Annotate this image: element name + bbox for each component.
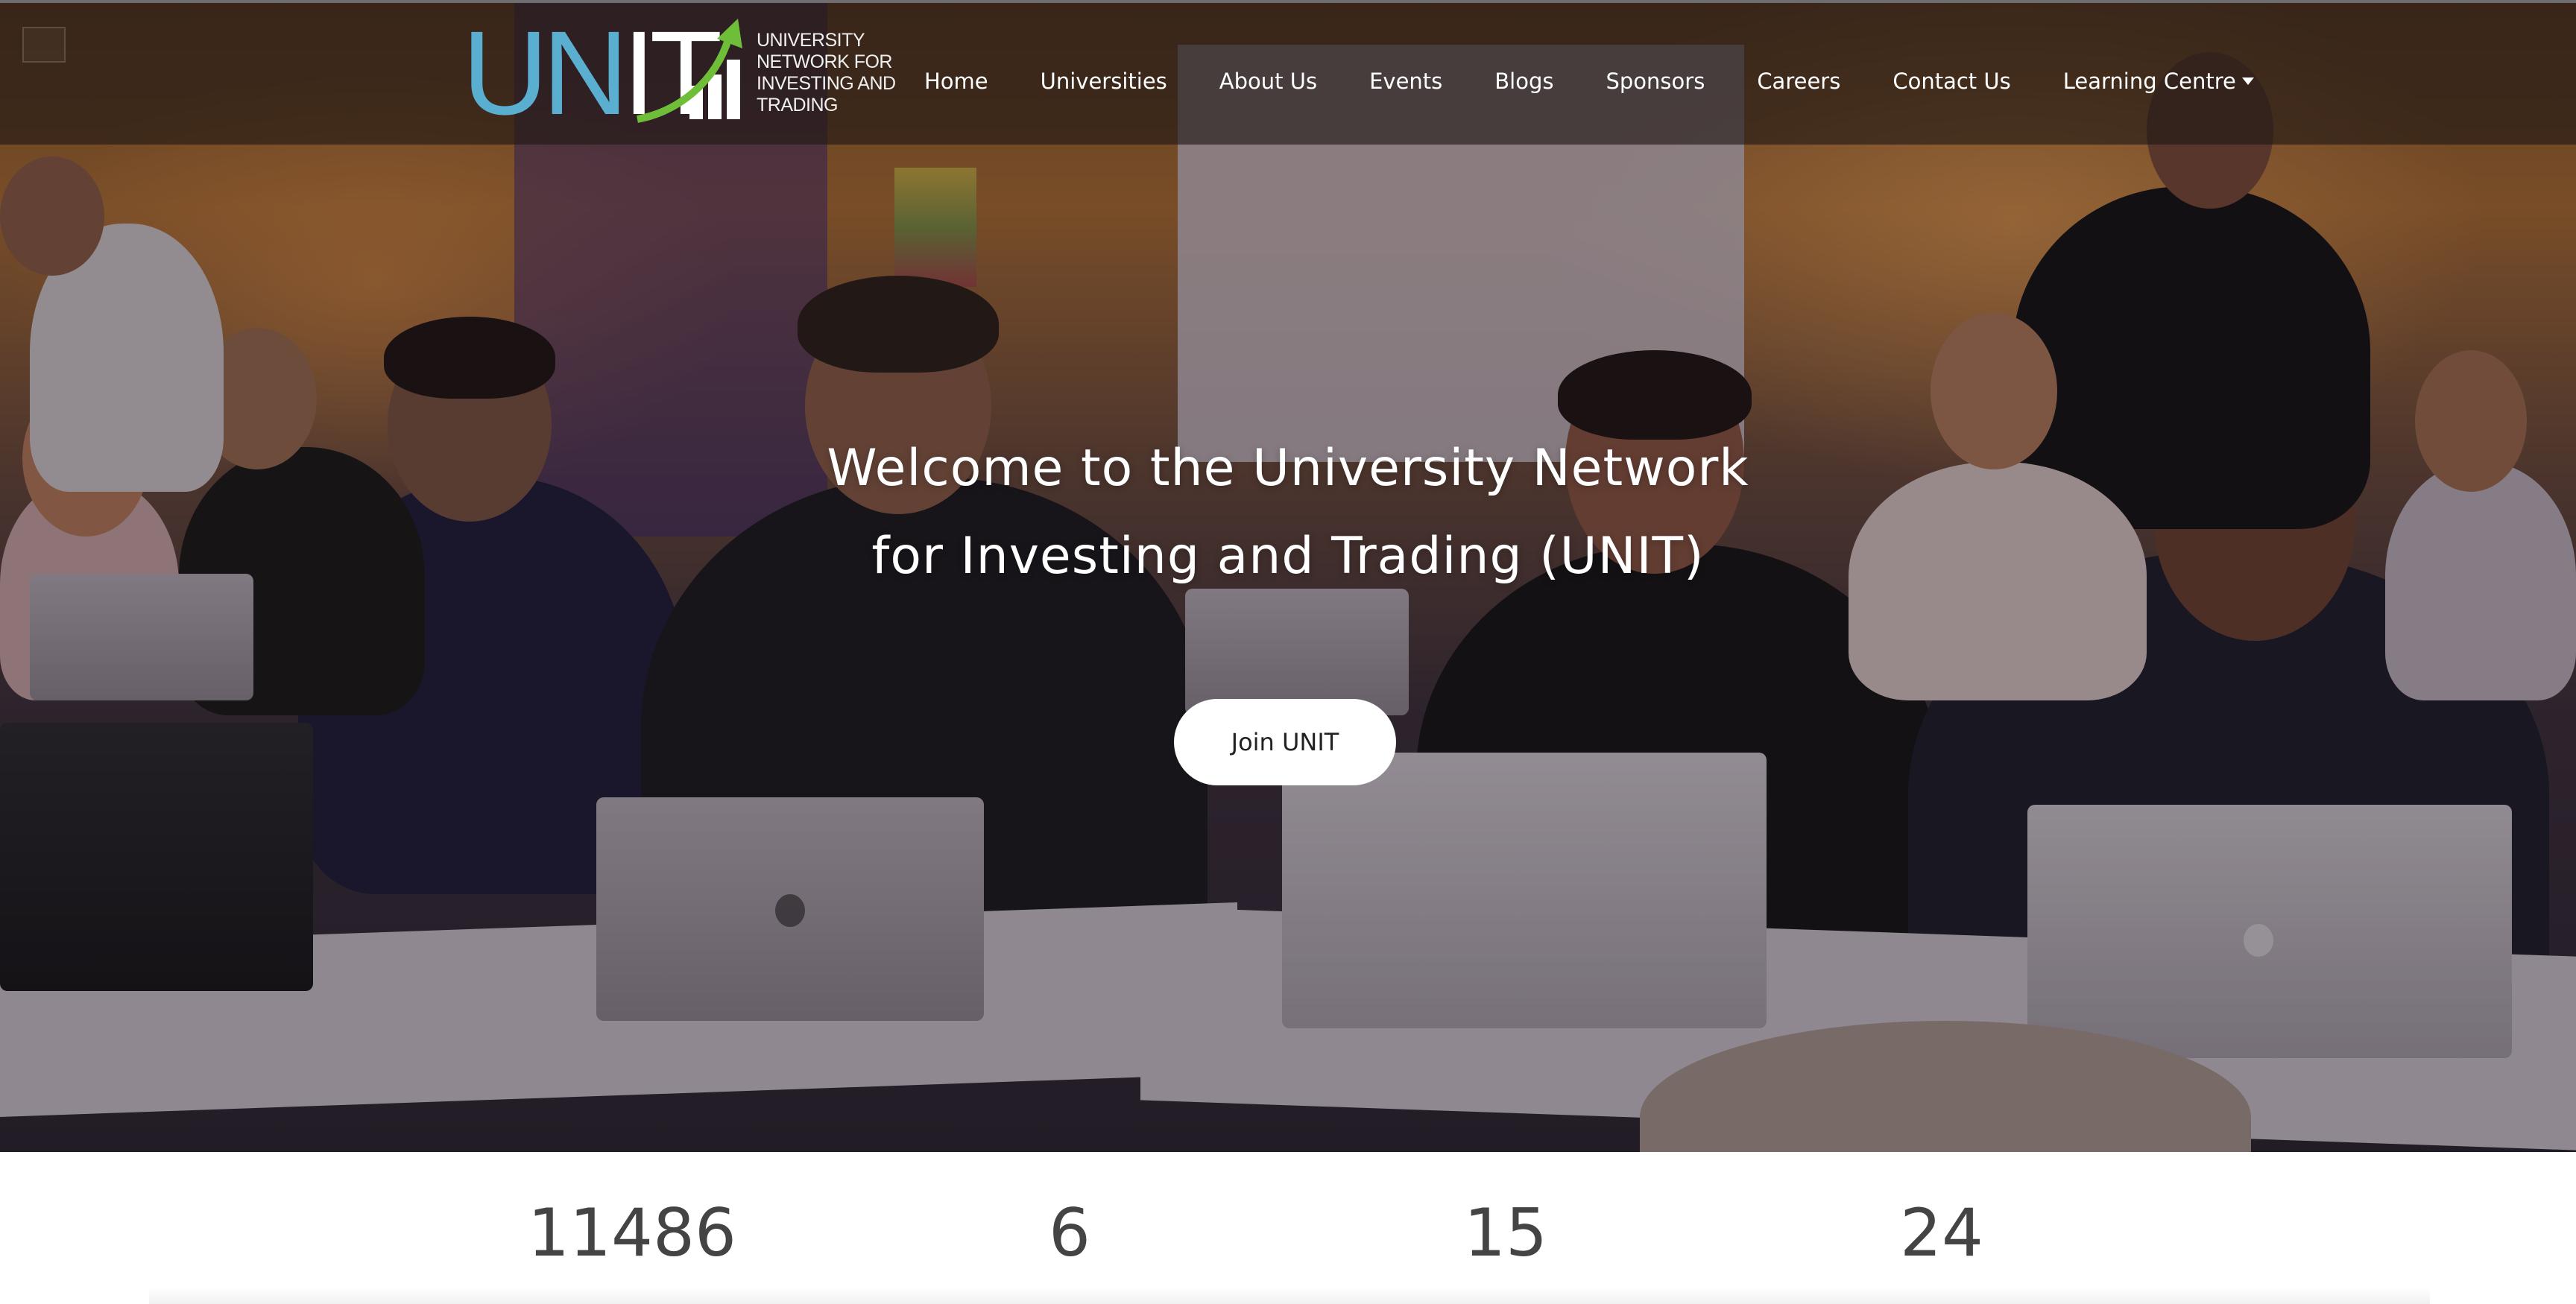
- stats-section: [0, 1152, 2576, 1304]
- nav-blogs[interactable]: Blogs: [1494, 69, 1553, 94]
- hero-title-line1: Welcome to the University Network: [827, 439, 1749, 498]
- logo-arrow-icon: [637, 19, 742, 123]
- logo-tagline: UNIVERSITY NETWORK FOR INVESTING AND TRA…: [757, 30, 906, 116]
- main-nav: Home Universities About Us Events Blogs …: [924, 63, 2254, 100]
- nav-learning-centre-label: Learning Centre: [2062, 69, 2236, 94]
- nav-careers[interactable]: Careers: [1757, 69, 1840, 94]
- caret-down-icon: [2241, 77, 2254, 85]
- corner-placeholder: [22, 27, 66, 63]
- hero-section: Welcome to the University Network for In…: [0, 0, 2576, 1152]
- logo-tagline-line: TRADING: [757, 95, 839, 115]
- stat-value: 11486: [528, 1194, 736, 1271]
- unit-logo[interactable]: UNIT UNIVERSITY NETWORK FOR INVESTING AN…: [462, 13, 902, 133]
- logo-tagline-line: INVESTING AND: [757, 73, 896, 94]
- join-unit-button[interactable]: Join UNIT: [1174, 699, 1396, 785]
- stats-card-shadow: [149, 1288, 2430, 1304]
- stat-value: 6: [1049, 1194, 1090, 1271]
- logo-tagline-line: NETWORK FOR: [757, 51, 893, 72]
- hero-title: Welcome to the University Network for In…: [0, 425, 2576, 601]
- nav-sponsors[interactable]: Sponsors: [1606, 69, 1705, 94]
- top-navbar: UNIT UNIVERSITY NETWORK FOR INVESTING AN…: [0, 0, 2576, 145]
- nav-home[interactable]: Home: [924, 69, 988, 94]
- nav-contact-us[interactable]: Contact Us: [1892, 69, 2010, 94]
- logo-tagline-line: UNIVERSITY: [757, 30, 865, 51]
- nav-universities[interactable]: Universities: [1041, 69, 1167, 94]
- stat-value: 15: [1464, 1194, 1547, 1271]
- nav-learning-centre[interactable]: Learning Centre: [2063, 69, 2254, 94]
- stat-value: 24: [1900, 1194, 1983, 1271]
- hero-title-line2: for Investing and Trading (UNIT): [871, 527, 1705, 586]
- nav-about-us[interactable]: About Us: [1219, 69, 1317, 94]
- nav-events[interactable]: Events: [1369, 69, 1442, 94]
